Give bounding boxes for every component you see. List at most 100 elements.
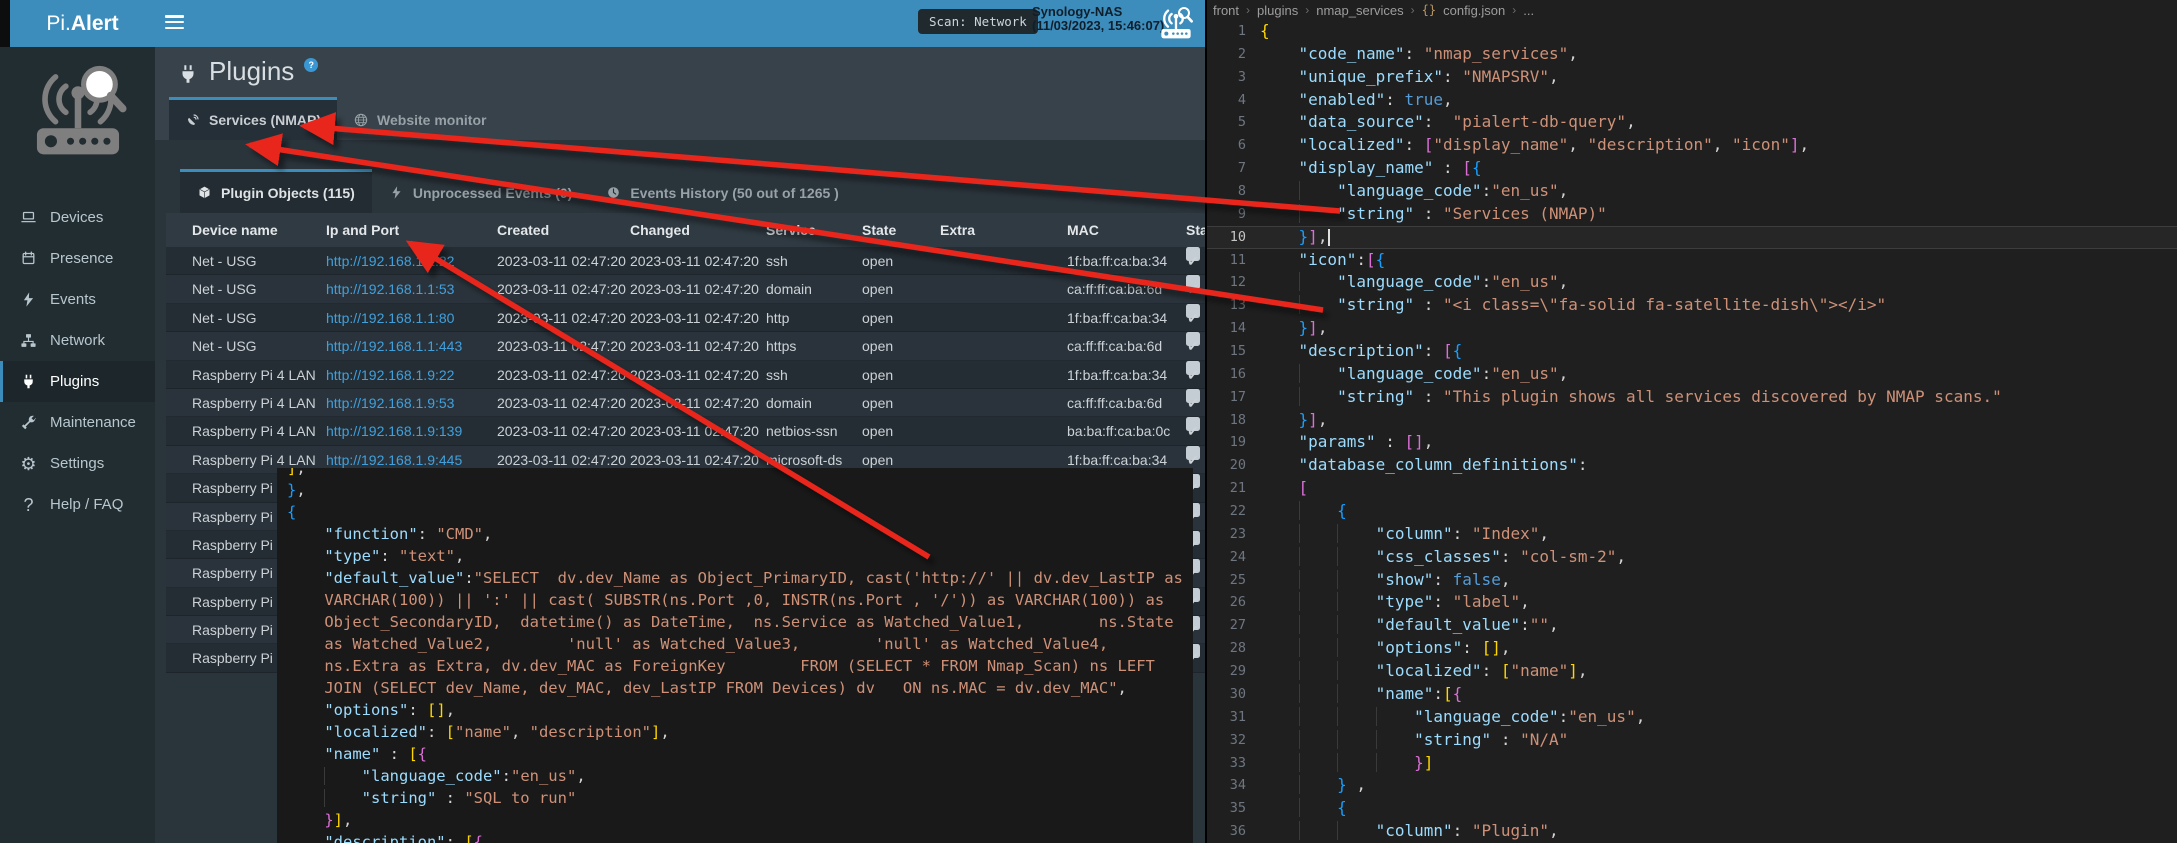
editor-line-33[interactable]: 33 }] [1207, 752, 2177, 775]
status-checkbox[interactable]: ✔ [1186, 361, 1200, 375]
app-logo-text[interactable]: Pi.Alert [10, 0, 155, 47]
column-header-changed[interactable]: Changed [630, 213, 690, 247]
editor-line-9[interactable]: 9 "string" : "Services (NMAP)" [1207, 203, 2177, 226]
editor-line-25[interactable]: 25 "show": false, [1207, 569, 2177, 592]
editor-line-7[interactable]: 7 "display_name" : [{ [1207, 157, 2177, 180]
status-checkbox[interactable]: ✔ [1186, 304, 1200, 318]
overlay-code-line: "description": [{ [287, 831, 1193, 843]
tab-website-monitor[interactable]: Website monitor [337, 97, 502, 140]
sidebar-item-settings[interactable]: ⚙Settings [0, 443, 155, 484]
column-header-mac[interactable]: MAC [1067, 213, 1099, 247]
cell-service: http [766, 304, 789, 332]
cell-ip[interactable]: http://192.168.1.1:22 [326, 247, 454, 275]
tab-unprocessed-events-0[interactable]: Unprocessed Events (0) [372, 169, 590, 213]
editor-line-29[interactable]: 29 "localized": ["name"], [1207, 660, 2177, 683]
editor-line-28[interactable]: 28 "options": [], [1207, 637, 2177, 660]
editor-line-21[interactable]: 21 [ [1207, 477, 2177, 500]
editor-line-1[interactable]: 1{ [1207, 20, 2177, 43]
code-editor[interactable]: front›plugins›nmap_services›{}config.jso… [1205, 0, 2177, 843]
editor-line-11[interactable]: 11 "icon":[{ [1207, 249, 2177, 272]
editor-line-13[interactable]: 13 "string" : "<i class=\"fa-solid fa-sa… [1207, 294, 2177, 317]
tab-label: Plugin Objects (115) [221, 185, 355, 201]
sidebar-item-presence[interactable]: Presence [0, 238, 155, 279]
editor-line-26[interactable]: 26 "type": "label", [1207, 591, 2177, 614]
tab-events-history-50-out-of-1265[interactable]: Events History (50 out of 1265 ) [589, 169, 856, 213]
cell-ip[interactable]: http://192.168.1.1:80 [326, 304, 454, 332]
cell-device: Net - USG [192, 332, 257, 360]
cell-ip[interactable]: http://192.168.1.9:53 [326, 389, 454, 417]
editor-line-5[interactable]: 5 "data_source": "pialert-db-query", [1207, 111, 2177, 134]
status-checkbox[interactable]: ✔ [1186, 417, 1200, 431]
status-checkbox[interactable]: ✔ [1186, 247, 1200, 261]
editor-line-31[interactable]: 31 "language_code":"en_us", [1207, 706, 2177, 729]
cell-ip[interactable]: http://192.168.1.9:139 [326, 417, 462, 445]
editor-line-34[interactable]: 34 } , [1207, 774, 2177, 797]
cell-ip[interactable]: http://192.168.1.9:22 [326, 361, 454, 389]
breadcrumb-item[interactable]: ... [1523, 3, 1534, 18]
line-code: "params" : [], [1260, 431, 1433, 454]
line-code: "unique_prefix": "NMAPSRV", [1260, 66, 1559, 89]
sidebar-item-events[interactable]: Events [0, 279, 155, 320]
editor-line-20[interactable]: 20 "database_column_definitions": [1207, 454, 2177, 477]
sidebar-toggle-icon[interactable] [165, 15, 184, 31]
breadcrumb[interactable]: front›plugins›nmap_services›{}config.jso… [1213, 0, 1534, 20]
status-checkbox[interactable]: ✔ [1186, 332, 1200, 346]
status-checkbox[interactable]: ✔ [1186, 446, 1200, 460]
editor-line-16[interactable]: 16 "language_code":"en_us", [1207, 363, 2177, 386]
editor-line-17[interactable]: 17 "string" : "This plugin shows all ser… [1207, 386, 2177, 409]
editor-line-32[interactable]: 32 "string" : "N/A" [1207, 729, 2177, 752]
sidebar-item-plugins[interactable]: Plugins [0, 361, 155, 402]
help-badge[interactable]: ? [304, 58, 318, 72]
editor-line-23[interactable]: 23 "column": "Index", [1207, 523, 2177, 546]
column-header-ip-and-port[interactable]: Ip and Port [326, 213, 399, 247]
line-code: { [1260, 20, 1270, 43]
sidebar-item-network[interactable]: Network [0, 320, 155, 361]
editor-line-36[interactable]: 36 "column": "Plugin", [1207, 820, 2177, 843]
column-header-status[interactable]: Status [1186, 213, 1205, 247]
editor-line-24[interactable]: 24 "css_classes": "col-sm-2", [1207, 546, 2177, 569]
status-checkbox[interactable]: ✔ [1186, 275, 1200, 289]
window-edge [0, 0, 10, 47]
breadcrumb-item[interactable]: config.json [1443, 3, 1505, 18]
line-number: 31 [1207, 706, 1260, 729]
editor-line-6[interactable]: 6 "localized": ["display_name", "descrip… [1207, 134, 2177, 157]
cell-mac: ba:ba:ff:ca:ba:0c [1067, 417, 1170, 445]
tab-plugin-objects-115[interactable]: Plugin Objects (115) [180, 169, 372, 213]
editor-line-35[interactable]: 35 { [1207, 797, 2177, 820]
line-number: 10 [1207, 227, 1260, 248]
cell-service: https [766, 332, 796, 360]
tab-services-nmap[interactable]: Services (NMAP) [169, 97, 337, 140]
cell-ip[interactable]: http://192.168.1.1:443 [326, 332, 462, 360]
status-checkbox[interactable]: ✔ [1186, 389, 1200, 403]
cell-changed: 2023-03-11 02:47:20 [630, 361, 759, 389]
editor-line-10[interactable]: 10 }], [1207, 226, 2177, 249]
editor-line-12[interactable]: 12 "language_code":"en_us", [1207, 271, 2177, 294]
editor-line-3[interactable]: 3 "unique_prefix": "NMAPSRV", [1207, 66, 2177, 89]
breadcrumb-item[interactable]: nmap_services [1316, 3, 1403, 18]
router-icon [1156, 5, 1196, 42]
column-header-state[interactable]: State [862, 213, 896, 247]
line-code: "type": "label", [1260, 591, 1530, 614]
editor-line-15[interactable]: 15 "description": [{ [1207, 340, 2177, 363]
column-header-created[interactable]: Created [497, 213, 549, 247]
cell-changed: 2023-03-11 02:47:20 [630, 247, 759, 275]
column-header-extra[interactable]: Extra [940, 213, 975, 247]
editor-line-18[interactable]: 18 }], [1207, 409, 2177, 432]
editor-line-27[interactable]: 27 "default_value":"", [1207, 614, 2177, 637]
editor-line-19[interactable]: 19 "params" : [], [1207, 431, 2177, 454]
sidebar-item-maintenance[interactable]: Maintenance [0, 402, 155, 443]
sidebar-item-help-faq[interactable]: ?Help / FAQ [0, 484, 155, 525]
cell-ip[interactable]: http://192.168.1.1:53 [326, 275, 454, 303]
editor-line-14[interactable]: 14 }], [1207, 317, 2177, 340]
sidebar-item-devices[interactable]: Devices [0, 197, 155, 238]
breadcrumb-item[interactable]: plugins [1257, 3, 1298, 18]
breadcrumb-item[interactable]: front [1213, 3, 1239, 18]
editor-line-30[interactable]: 30 "name":[{ [1207, 683, 2177, 706]
column-header-service[interactable]: Service [766, 213, 816, 247]
column-header-device-name[interactable]: Device name [192, 213, 278, 247]
cell-changed: 2023-03-11 02:47:20 [630, 417, 759, 445]
editor-line-8[interactable]: 8 "language_code":"en_us", [1207, 180, 2177, 203]
editor-line-22[interactable]: 22 { [1207, 500, 2177, 523]
editor-line-2[interactable]: 2 "code_name": "nmap_services", [1207, 43, 2177, 66]
editor-line-4[interactable]: 4 "enabled": true, [1207, 89, 2177, 112]
